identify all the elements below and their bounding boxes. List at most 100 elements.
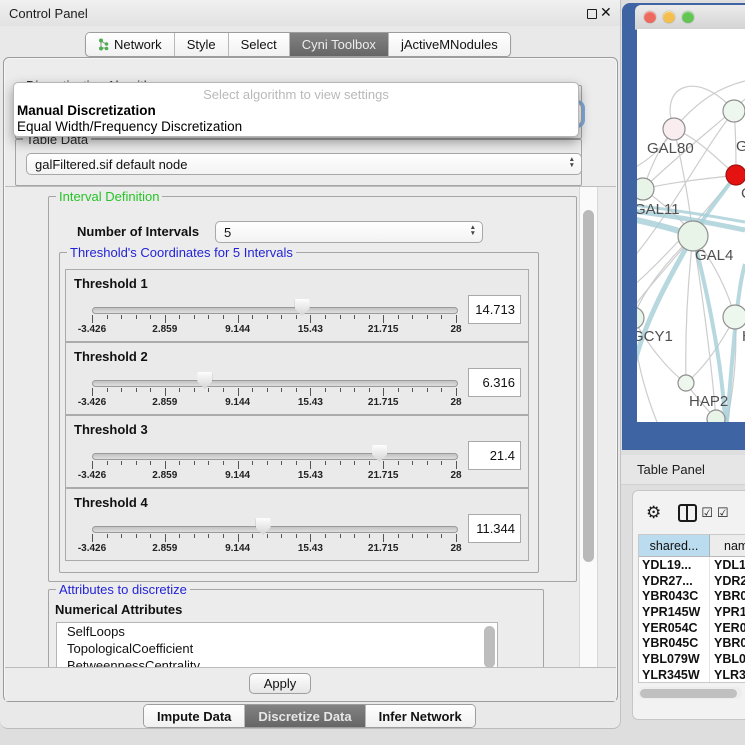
algorithm-option[interactable]: Manual Discretization [17, 103, 156, 118]
number-of-intervals-combo[interactable]: 5 ▲▼ [215, 221, 483, 243]
tab-select[interactable]: Select [229, 33, 290, 56]
network-graph: GAL80GACGAL11GAL4GCY1HHAP2 [637, 29, 745, 422]
table-row[interactable]: YDL19...YDL19 [639, 557, 745, 573]
bottom-tab-bar: Impute DataDiscretize DataInfer Network [143, 704, 476, 728]
network-edge [686, 236, 693, 383]
table-row[interactable]: YDR27...YDR27 [639, 573, 745, 589]
tab-jactivemnodules[interactable]: jActiveMNodules [389, 33, 510, 56]
tick-mark [281, 315, 282, 319]
tick-mark [252, 461, 253, 465]
table-cell: YPR145W [639, 604, 710, 620]
tick-mark [383, 534, 384, 542]
close-traffic-light[interactable] [644, 11, 656, 23]
table-cell: YDL19 [710, 557, 745, 573]
attribute-item[interactable]: TopologicalCoefficient [57, 640, 497, 657]
scale-label: 2.859 [152, 543, 177, 554]
float-window-icon[interactable] [587, 9, 597, 19]
tab-impute-data[interactable]: Impute Data [144, 705, 245, 727]
table-cell: YBR04 [710, 635, 745, 651]
table-cell: YER054C [639, 620, 710, 636]
scale-label: 15.43 [298, 543, 323, 554]
apply-button[interactable]: Apply [249, 673, 311, 694]
network-node-gal80[interactable] [663, 118, 685, 140]
network-node-gal11[interactable] [637, 178, 654, 200]
network-node-c[interactable] [726, 165, 745, 185]
tab-network[interactable]: Network [86, 33, 175, 56]
network-canvas[interactable]: GAL80GACGAL11GAL4GCY1HHAP2 [637, 29, 745, 422]
scale-label: 2.859 [152, 397, 177, 408]
table-row[interactable]: YPR145WYPR14 [639, 604, 745, 620]
slider-track[interactable] [92, 380, 458, 387]
scale-label: 21.715 [368, 324, 399, 335]
slider-ticks [92, 461, 456, 470]
table-row[interactable]: YLR345WYLR34 [639, 667, 745, 683]
scale-label: -3.426 [78, 543, 106, 554]
column-header-1[interactable]: shared... [639, 535, 710, 556]
node-label: GAL11 [637, 201, 680, 218]
slider-track[interactable] [92, 526, 458, 533]
combo-arrows-icon: ▲▼ [569, 157, 575, 169]
tick-mark [383, 388, 384, 396]
table-cell: YIL05 [710, 683, 745, 684]
viewport-scrollbar-thumb[interactable] [583, 210, 594, 562]
tick-mark [179, 388, 180, 392]
scale-label: 21.715 [368, 397, 399, 408]
slider-track[interactable] [92, 307, 458, 314]
threshold-row: Threshold 1-3.4262.8599.14415.4321.71528… [65, 269, 529, 342]
table-row[interactable]: YBL079WYBL07 [639, 651, 745, 667]
table-row[interactable]: YBR043CYBR04 [639, 588, 745, 604]
tick-mark [441, 534, 442, 538]
threshold-value-field[interactable]: 6.316 [468, 368, 521, 397]
tick-mark [456, 534, 457, 542]
scale-label: 9.144 [225, 470, 250, 481]
minimize-traffic-light[interactable] [663, 11, 675, 23]
table-row[interactable]: YBR045CYBR04 [639, 635, 745, 651]
tab-style[interactable]: Style [175, 33, 229, 56]
tick-mark [325, 315, 326, 319]
tab-cyni-toolbox[interactable]: Cyni Toolbox [290, 33, 389, 56]
close-icon[interactable]: ✕ [600, 4, 612, 21]
zoom-traffic-light[interactable] [682, 11, 694, 23]
list-scrollbar[interactable] [484, 626, 495, 668]
algorithm-option[interactable]: Equal Width/Frequency Discretization [17, 119, 242, 134]
tick-mark [92, 534, 93, 542]
tab-discretize-data[interactable]: Discretize Data [245, 705, 365, 727]
tick-mark [412, 315, 413, 319]
threshold-value-field[interactable]: 14.713 [468, 295, 521, 324]
network-node-gcy1[interactable] [637, 307, 644, 329]
attribute-item[interactable]: SelfLoops [57, 623, 497, 640]
split-view-icon[interactable] [678, 504, 697, 522]
numerical-attributes-list[interactable]: SelfLoopsTopologicalCoefficientBetweenne… [56, 622, 498, 668]
node-label: GAL4 [695, 247, 733, 264]
checkbox-icon[interactable]: ☑ [717, 505, 729, 521]
table-horizontal-scrollbar-thumb[interactable] [640, 689, 737, 698]
scale-label: -3.426 [78, 324, 106, 335]
tick-mark [369, 388, 370, 392]
table-row[interactable]: YER054CYER05 [639, 620, 745, 636]
tab-label: Network [114, 37, 162, 52]
interval-definition-group: Interval Definition Number of Intervals … [48, 196, 577, 582]
tick-mark [267, 461, 268, 465]
tab-infer-network[interactable]: Infer Network [366, 705, 475, 727]
network-node-ga[interactable] [723, 100, 745, 122]
threshold-value-field[interactable]: 21.4 [468, 441, 521, 470]
column-header-2[interactable]: name [710, 535, 745, 556]
gear-icon[interactable]: ⚙ [646, 503, 661, 523]
table-data-combo-value: galFiltered.sif default node [35, 157, 187, 172]
network-node-hap2[interactable] [678, 375, 694, 391]
tick-mark [150, 461, 151, 465]
table-panel-title: Table Panel [621, 462, 705, 477]
table-data-combo[interactable]: galFiltered.sif default node ▲▼ [26, 153, 582, 175]
slider-track[interactable] [92, 453, 458, 460]
table-row[interactable]: YIL052CYIL05 [639, 683, 745, 684]
viewport-scrollbar[interactable] [579, 187, 598, 668]
tick-mark [165, 315, 166, 323]
checkbox-icon[interactable]: ☑ [701, 505, 713, 521]
tick-mark [296, 534, 297, 538]
network-node-h[interactable] [723, 305, 745, 329]
network-node[interactable] [707, 410, 725, 422]
table-horizontal-scrollbar[interactable] [638, 687, 742, 699]
tick-mark [223, 534, 224, 538]
tick-mark [398, 534, 399, 538]
threshold-value-field[interactable]: 11.344 [468, 514, 521, 543]
